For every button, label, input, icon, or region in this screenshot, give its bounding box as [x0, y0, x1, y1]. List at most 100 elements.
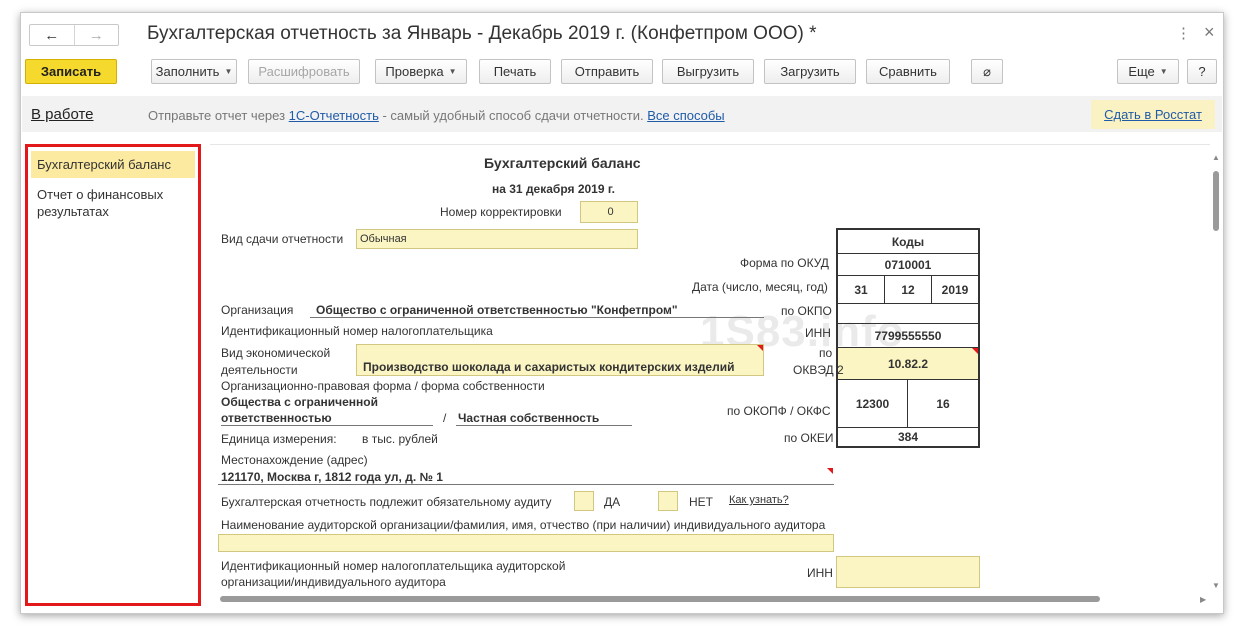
- address-value[interactable]: 121170, Москва г, 1812 года ул, д. № 1: [221, 470, 443, 484]
- submission-type-field[interactable]: Обычная: [356, 229, 638, 249]
- date-day-cell[interactable]: 31: [838, 276, 885, 304]
- scroll-up-icon[interactable]: ▲: [1212, 153, 1220, 162]
- okfs-cell[interactable]: 16: [908, 380, 978, 428]
- export-button[interactable]: Выгрузить: [662, 59, 754, 84]
- submission-type-label: Вид сдачи отчетности: [221, 232, 344, 246]
- paperclip-icon: ⌀: [983, 63, 991, 79]
- compare-button[interactable]: Сравнить: [866, 59, 950, 84]
- link-all-methods[interactable]: Все способы: [647, 108, 724, 123]
- report-form: 1S83.info Бухгалтерский баланс на 31 дек…: [210, 144, 1210, 592]
- help-button[interactable]: ?: [1187, 59, 1217, 84]
- address-marker-icon: [827, 468, 833, 474]
- send-button-label: Отправить: [574, 64, 640, 79]
- okpo-label: по ОКПО: [781, 304, 832, 318]
- forward-icon[interactable]: →: [73, 25, 119, 45]
- save-button[interactable]: Записать: [25, 59, 117, 84]
- info-text-middle: - самый удобный способ сдачи отчетности.: [378, 108, 648, 123]
- date-month-cell[interactable]: 12: [885, 276, 932, 304]
- inn-short-label: ИНН: [805, 326, 831, 340]
- link-1c-reporting[interactable]: 1С-Отчетность: [289, 108, 379, 123]
- activity-label-1: Вид экономической: [221, 346, 331, 360]
- send-button[interactable]: Отправить: [561, 59, 653, 84]
- correction-label: Номер корректировки: [440, 205, 562, 219]
- date-year-cell[interactable]: 2019: [932, 276, 978, 304]
- help-icon: ?: [1198, 64, 1206, 79]
- address-label: Местонахождение (адрес): [221, 453, 368, 467]
- status-link[interactable]: В работе: [31, 106, 94, 123]
- rosstat-submit[interactable]: Сдать в Росстат: [1091, 100, 1215, 129]
- window-title: Бухгалтерская отчетность за Январь - Дек…: [147, 23, 817, 44]
- more-vertical-icon[interactable]: ⋮: [1176, 24, 1191, 42]
- okei-cell[interactable]: 384: [838, 428, 978, 446]
- legal-form-label: Организационно-правовая форма / форма со…: [221, 379, 545, 393]
- more-button[interactable]: Еще ▼: [1117, 59, 1179, 84]
- vertical-scrollbar[interactable]: ▲ ▼: [1211, 153, 1221, 591]
- unit-value[interactable]: в тыс. рублей: [362, 432, 438, 446]
- import-button[interactable]: Загрузить: [764, 59, 856, 84]
- unit-label: Единица измерения:: [221, 432, 337, 446]
- correction-field[interactable]: 0: [580, 201, 638, 223]
- auditor-inn-field[interactable]: [836, 556, 980, 588]
- inn-cell[interactable]: 7799555550: [838, 324, 978, 348]
- okved-label-2: ОКВЭД 2: [793, 363, 844, 377]
- auditor-name-label: Наименование аудиторской организации/фам…: [221, 518, 826, 532]
- chevron-down-icon: ▼: [448, 67, 457, 76]
- audit-no-label: НЕТ: [689, 495, 713, 509]
- org-value[interactable]: Общество с ограниченной ответственностью…: [316, 303, 678, 317]
- back-icon[interactable]: ←: [30, 25, 74, 45]
- address-underline: [218, 484, 834, 485]
- scroll-down-icon[interactable]: ▼: [1212, 581, 1220, 590]
- info-text-before: Отправьте отчет через: [148, 108, 289, 123]
- activity-label-2: деятельности: [221, 363, 298, 377]
- fill-button[interactable]: Заполнить ▼: [151, 59, 237, 84]
- okved-marker-icon: [972, 348, 978, 354]
- chevron-down-icon: ▼: [224, 67, 233, 76]
- codes-table: Коды 0710001 31 12 2019 7799555550 10.82…: [836, 228, 980, 448]
- sidebar-item-financial-results[interactable]: Отчет о финансовых результатах: [31, 181, 195, 225]
- legal-form-separator: /: [443, 411, 447, 425]
- vertical-scroll-thumb[interactable]: [1213, 171, 1219, 231]
- chevron-down-icon: ▼: [1159, 67, 1168, 76]
- ownership-value[interactable]: Частная собственность: [458, 411, 599, 425]
- date-label: Дата (число, месяц, год): [692, 280, 828, 294]
- activity-value: Производство шоколада и сахаристых конди…: [363, 360, 735, 374]
- legal-form-value-2[interactable]: ответственностью: [221, 411, 332, 425]
- okved-cell[interactable]: 10.82.2: [838, 348, 978, 380]
- horizontal-scrollbar[interactable]: ▶: [210, 593, 1210, 605]
- auditor-inn-short-label: ИНН: [807, 566, 833, 580]
- report-sections-sidebar: Бухгалтерский баланс Отчет о финансовых …: [25, 144, 201, 606]
- okpo-cell[interactable]: [838, 304, 978, 324]
- scroll-right-icon[interactable]: ▶: [1200, 595, 1206, 604]
- print-button[interactable]: Печать: [479, 59, 551, 84]
- fill-button-label: Заполнить: [155, 64, 220, 79]
- audit-help-link[interactable]: Как узнать?: [729, 494, 789, 506]
- nav-buttons: ← →: [29, 24, 119, 46]
- sidebar-item-balance[interactable]: Бухгалтерский баланс: [31, 151, 195, 178]
- okei-label: по ОКЕИ: [784, 431, 834, 445]
- legal-form-value-1[interactable]: Общества с ограниченной: [221, 395, 378, 409]
- decode-button[interactable]: Расшифровать: [248, 59, 360, 84]
- audit-label: Бухгалтерская отчетность подлежит обязат…: [221, 495, 552, 509]
- import-button-label: Загрузить: [780, 64, 840, 79]
- auditor-name-field[interactable]: [218, 534, 834, 552]
- check-button[interactable]: Проверка ▼: [375, 59, 467, 84]
- horizontal-scroll-thumb[interactable]: [220, 596, 1100, 602]
- export-button-label: Выгрузить: [676, 64, 740, 79]
- check-button-label: Проверка: [385, 64, 444, 79]
- legal-form-underline: [221, 425, 433, 426]
- auditor-inn-label-1: Идентификационный номер налогоплательщик…: [221, 559, 566, 573]
- activity-marker-icon: [757, 345, 763, 351]
- auditor-inn-label-2: организации/индивидуального аудитора: [221, 575, 446, 589]
- audit-no-checkbox[interactable]: [658, 491, 678, 511]
- attach-button[interactable]: ⌀: [971, 59, 1003, 84]
- org-label: Организация: [221, 303, 294, 317]
- audit-yes-checkbox[interactable]: [574, 491, 594, 511]
- okopf-cell[interactable]: 12300: [838, 380, 908, 428]
- activity-field[interactable]: Производство шоколада и сахаристых конди…: [356, 344, 764, 376]
- ownership-underline: [456, 425, 632, 426]
- save-button-label: Записать: [40, 64, 102, 79]
- rosstat-link[interactable]: Сдать в Росстат: [1104, 107, 1202, 122]
- close-icon[interactable]: ×: [1204, 22, 1215, 43]
- audit-yes-label: ДА: [604, 495, 621, 509]
- decode-button-label: Расшифровать: [258, 64, 350, 79]
